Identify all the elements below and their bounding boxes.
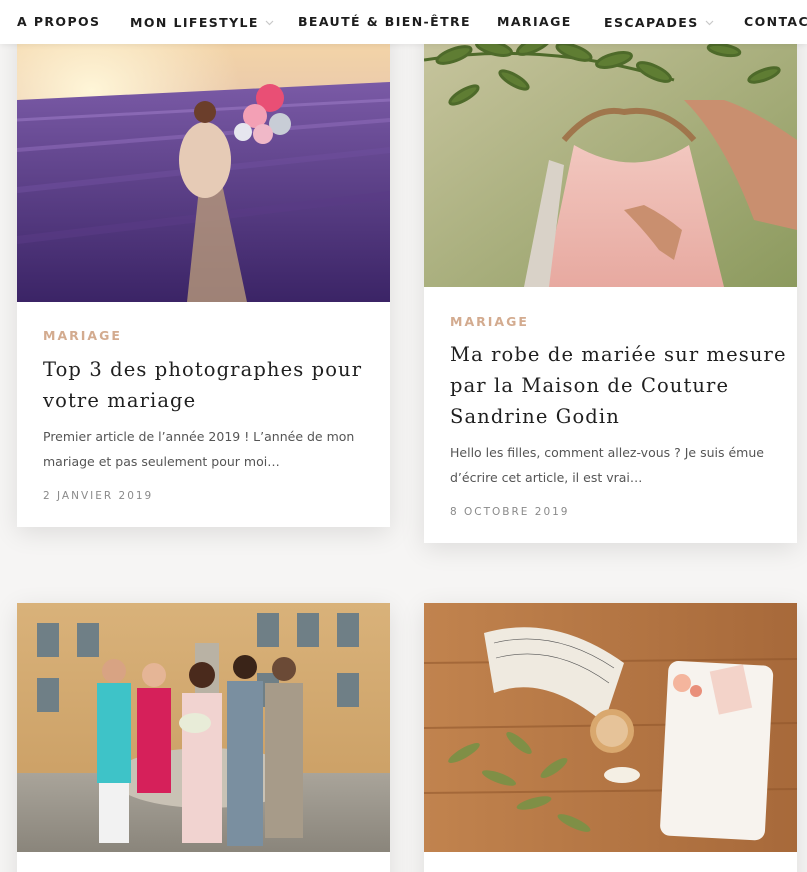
post-card[interactable] xyxy=(424,603,797,872)
nav-item-label: MON LIFESTYLE xyxy=(130,15,259,30)
chevron-down-icon xyxy=(265,0,274,44)
post-title[interactable]: Top 3 des photographes pour votre mariag… xyxy=(43,354,362,416)
post-category[interactable]: MARIAGE xyxy=(450,314,529,329)
post-image[interactable] xyxy=(424,20,797,287)
post-date: 2 JANVIER 2019 xyxy=(43,490,154,502)
post-excerpt: Premier article de l’année 2019 ! L’anné… xyxy=(43,424,354,474)
post-category[interactable]: MARIAGE xyxy=(43,328,122,343)
post-excerpt-line: d’écrire cet article, il est vrai… xyxy=(450,470,643,485)
post-excerpt-line: mariage et pas seulement pour moi… xyxy=(43,454,280,469)
nav-item-label: ESCAPADES xyxy=(604,15,699,30)
post-excerpt: Hello les filles, comment allez-vous ? J… xyxy=(450,440,764,490)
post-card[interactable]: MARIAGE Ma robe de mariée sur mesure par… xyxy=(424,20,797,543)
post-title-line: Ma robe de mariée sur mesure xyxy=(450,343,787,366)
post-card[interactable] xyxy=(17,603,390,872)
post-excerpt-line: Premier article de l’année 2019 ! L’anné… xyxy=(43,429,355,444)
post-title-line: votre mariage xyxy=(43,389,197,412)
post-image[interactable] xyxy=(424,603,797,852)
nav-item-label: A PROPOS xyxy=(17,14,101,29)
post-excerpt-line: Hello les filles, comment allez-vous ? J… xyxy=(450,445,764,460)
nav-item-label: BEAUTÉ & BIEN-ÊTRE xyxy=(298,14,471,29)
post-title-line: par la Maison de Couture xyxy=(450,374,730,397)
nav-item-label: CONTACT xyxy=(744,14,807,29)
main-navigation: A PROPOS MON LIFESTYLE BEAUTÉ & BIEN-ÊTR… xyxy=(0,0,807,44)
nav-item-mariage[interactable]: MARIAGE xyxy=(497,0,572,44)
post-title[interactable]: Ma robe de mariée sur mesure par la Mais… xyxy=(450,339,787,432)
post-title-line: Top 3 des photographes pour xyxy=(43,358,363,381)
nav-item-beaute[interactable]: BEAUTÉ & BIEN-ÊTRE xyxy=(298,0,471,44)
nav-item-a-propos[interactable]: A PROPOS xyxy=(17,0,100,44)
nav-item-contact[interactable]: CONTACT xyxy=(744,0,807,44)
nav-item-mon-lifestyle[interactable]: MON LIFESTYLE xyxy=(130,0,274,44)
post-image[interactable] xyxy=(17,20,390,302)
post-image[interactable] xyxy=(17,603,390,852)
post-card[interactable]: MARIAGE Top 3 des photographes pour votr… xyxy=(17,20,390,527)
nav-item-escapades[interactable]: ESCAPADES xyxy=(604,0,714,44)
nav-item-label: MARIAGE xyxy=(497,14,572,29)
chevron-down-icon xyxy=(705,0,714,44)
post-date: 8 OCTOBRE 2019 xyxy=(450,506,570,518)
post-title-line: Sandrine Godin xyxy=(450,405,620,428)
